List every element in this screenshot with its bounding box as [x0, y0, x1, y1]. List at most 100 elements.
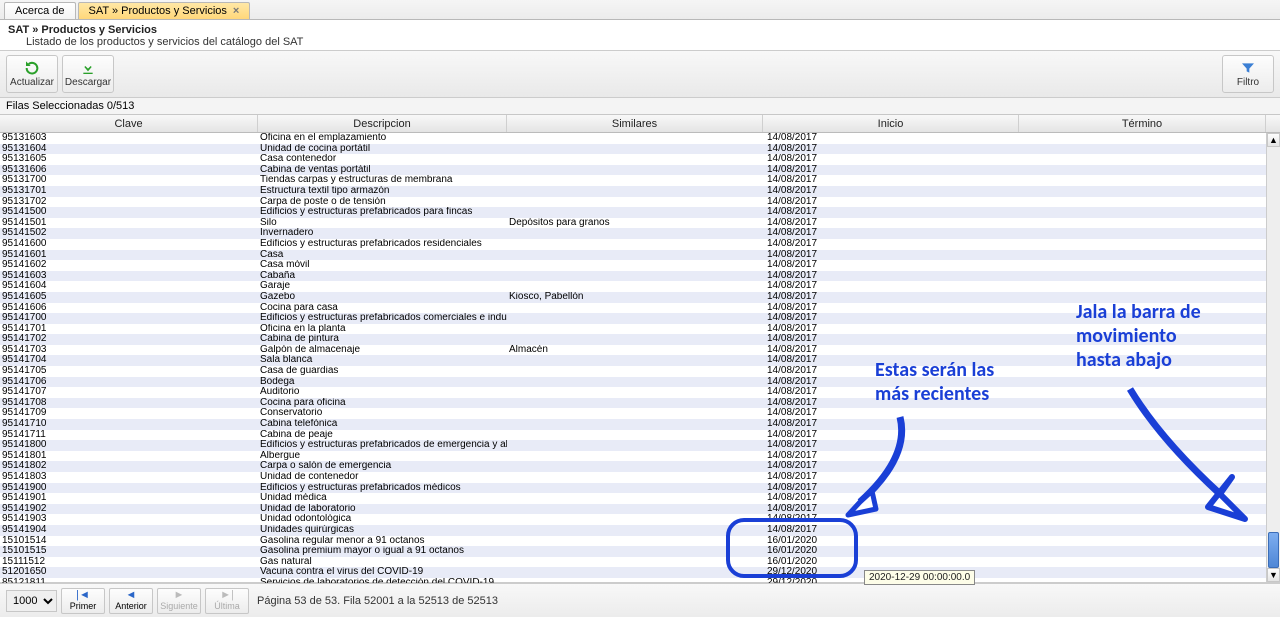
cell-sim [507, 324, 763, 335]
table-row[interactable]: 95141901Unidad médica14/08/2017 [0, 493, 1280, 504]
cell-ini: 14/08/2017 [763, 387, 1019, 398]
table-row[interactable]: 95141900Edificios y estructuras prefabri… [0, 483, 1280, 494]
scroll-thumb[interactable] [1268, 532, 1279, 568]
cell-desc: Oficina en el emplazamiento [258, 133, 507, 144]
table-row[interactable]: 95131700Tiendas carpas y estructuras de … [0, 175, 1280, 186]
cell-ini: 14/08/2017 [763, 366, 1019, 377]
cell-desc: Bodega [258, 377, 507, 388]
refresh-button[interactable]: Actualizar [6, 55, 58, 93]
close-icon[interactable]: × [233, 5, 239, 17]
toolbar: Actualizar Descargar Filtro [0, 50, 1280, 98]
table-row[interactable]: 95141605GazeboKiosco, Pabellón14/08/2017 [0, 292, 1280, 303]
table-row[interactable]: 95141606Cocina para casa14/08/2017 [0, 303, 1280, 314]
table-row[interactable]: 15101514Gasolina regular menor a 91 octa… [0, 536, 1280, 547]
table-row[interactable]: 15111512Gas natural16/01/2020 [0, 557, 1280, 568]
table-row[interactable]: 95141903Unidad odontológica14/08/2017 [0, 514, 1280, 525]
table-row[interactable]: 95141711Cabina de peaje14/08/2017 [0, 430, 1280, 441]
next-page-button[interactable]: ►Siguiente [157, 588, 201, 614]
cell-desc: Gasolina regular menor a 91 octanos [258, 536, 507, 547]
cell-ini: 14/08/2017 [763, 228, 1019, 239]
table-row[interactable]: 95141602Casa móvil14/08/2017 [0, 260, 1280, 271]
cell-ini: 14/08/2017 [763, 271, 1019, 282]
page-subtitle: Listado de los productos y servicios del… [8, 36, 1272, 48]
col-header-sim[interactable]: Similares [507, 115, 763, 132]
table-row[interactable]: 95141704Sala blanca14/08/2017 [0, 355, 1280, 366]
filter-icon [1240, 60, 1256, 76]
cell-ini: 14/08/2017 [763, 419, 1019, 430]
col-header-ini[interactable]: Inicio [763, 115, 1019, 132]
vertical-scrollbar[interactable]: ▲ ▼ [1266, 133, 1280, 582]
table-row[interactable]: 95141501SiloDepósitos para granos14/08/2… [0, 218, 1280, 229]
prev-page-button[interactable]: ◄Anterior [109, 588, 153, 614]
scroll-down-icon[interactable]: ▼ [1267, 568, 1280, 582]
table-row[interactable]: 95141708Cocina para oficina14/08/2017 [0, 398, 1280, 409]
scroll-up-icon[interactable]: ▲ [1267, 133, 1280, 147]
table-row[interactable]: 95141707Auditorio14/08/2017 [0, 387, 1280, 398]
table-row[interactable]: 95141706Bodega14/08/2017 [0, 377, 1280, 388]
table-row[interactable]: 95141702Cabina de pintura14/08/2017 [0, 334, 1280, 345]
cell-clave: 95141600 [0, 239, 258, 250]
table-row[interactable]: 95131702Carpa de poste o de tensión14/08… [0, 197, 1280, 208]
table-row[interactable]: 95141800Edificios y estructuras prefabri… [0, 440, 1280, 451]
cell-clave: 95141802 [0, 461, 258, 472]
cell-term [1019, 493, 1266, 504]
cell-sim [507, 440, 763, 451]
cell-term [1019, 398, 1266, 409]
download-button[interactable]: Descargar [62, 55, 114, 93]
table-row[interactable]: 95141709Conservatorio14/08/2017 [0, 408, 1280, 419]
scroll-track[interactable] [1267, 147, 1280, 568]
table-row[interactable]: 95141701Oficina en la planta14/08/2017 [0, 324, 1280, 335]
cell-ini: 16/01/2020 [763, 536, 1019, 547]
cell-desc: Unidad odontológica [258, 514, 507, 525]
cell-ini: 14/08/2017 [763, 345, 1019, 356]
table-row[interactable]: 95141601Casa14/08/2017 [0, 250, 1280, 261]
filter-button[interactable]: Filtro [1222, 55, 1274, 93]
col-header-term[interactable]: Término [1019, 115, 1266, 132]
table-row[interactable]: 95141803Unidad de contenedor14/08/2017 [0, 472, 1280, 483]
tab-sat-productos[interactable]: SAT » Productos y Servicios× [78, 2, 251, 19]
cell-sim [507, 334, 763, 345]
table-row[interactable]: 85121811Servicios de laboratorios de det… [0, 578, 1280, 583]
table-row[interactable]: 51201650Vacuna contra el virus del COVID… [0, 567, 1280, 578]
cell-clave: 95141707 [0, 387, 258, 398]
col-header-desc[interactable]: Descripcion [258, 115, 507, 132]
cell-sim [507, 472, 763, 483]
table-row[interactable]: 95141700Edificios y estructuras prefabri… [0, 313, 1280, 324]
table-row[interactable]: 95141904Unidades quirúrgicas14/08/2017 [0, 525, 1280, 536]
last-page-button[interactable]: ►|Última [205, 588, 249, 614]
table-row[interactable]: 95141703Galpón de almacenajeAlmacén14/08… [0, 345, 1280, 356]
cell-ini: 14/08/2017 [763, 313, 1019, 324]
table-row[interactable]: 95141902Unidad de laboratorio14/08/2017 [0, 504, 1280, 515]
table-row[interactable]: 95141600Edificios y estructuras prefabri… [0, 239, 1280, 250]
table-row[interactable]: 95131606Cabina de ventas portátil14/08/2… [0, 165, 1280, 176]
cell-clave: 95131606 [0, 165, 258, 176]
cell-term [1019, 408, 1266, 419]
table-row[interactable]: 95131605Casa contenedor14/08/2017 [0, 154, 1280, 165]
table-row[interactable]: 95131604Unidad de cocina portátil14/08/2… [0, 144, 1280, 155]
table-row[interactable]: 95131603Oficina en el emplazamiento14/08… [0, 133, 1280, 144]
cell-term [1019, 472, 1266, 483]
cell-ini: 14/08/2017 [763, 175, 1019, 186]
cell-desc: Casa móvil [258, 260, 507, 271]
table-row[interactable]: 95141802Carpa o salón de emergencia14/08… [0, 461, 1280, 472]
cell-desc: Unidad de cocina portátil [258, 144, 507, 155]
table-row[interactable]: 95141705Casa de guardias14/08/2017 [0, 366, 1280, 377]
col-header-clave[interactable]: Clave [0, 115, 258, 132]
tab-acerca-de[interactable]: Acerca de [4, 2, 76, 19]
table-row[interactable]: 95131701Estructura textil tipo armazón14… [0, 186, 1280, 197]
cell-sim [507, 260, 763, 271]
table-row[interactable]: 95141500Edificios y estructuras prefabri… [0, 207, 1280, 218]
cell-term [1019, 281, 1266, 292]
grid-body[interactable]: 95131603Oficina en el emplazamiento14/08… [0, 133, 1280, 583]
table-row[interactable]: 95141603Cabaña14/08/2017 [0, 271, 1280, 282]
table-row[interactable]: 95141710Cabina telefónica14/08/2017 [0, 419, 1280, 430]
cell-sim [507, 175, 763, 186]
cell-sim [507, 398, 763, 409]
table-row[interactable]: 15101515Gasolina premium mayor o igual a… [0, 546, 1280, 557]
table-row[interactable]: 95141801Albergue14/08/2017 [0, 451, 1280, 462]
table-row[interactable]: 95141604Garaje14/08/2017 [0, 281, 1280, 292]
table-row[interactable]: 95141502Invernadero14/08/2017 [0, 228, 1280, 239]
page-size-select[interactable]: 1000 [6, 590, 57, 612]
cell-term [1019, 483, 1266, 494]
first-page-button[interactable]: |◄Primer [61, 588, 105, 614]
